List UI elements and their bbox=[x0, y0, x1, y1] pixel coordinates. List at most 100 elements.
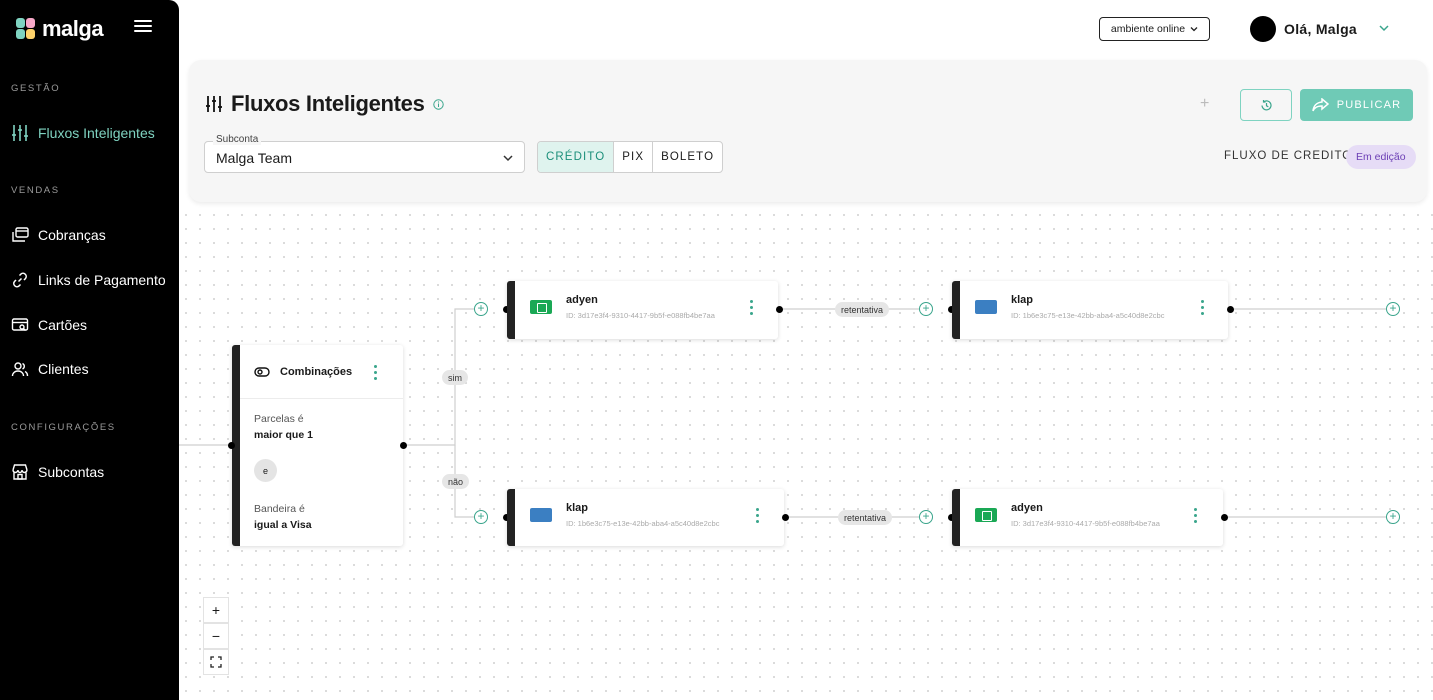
page-title: Fluxos Inteligentes bbox=[231, 91, 425, 116]
sidebar-item-label: Cobranças bbox=[38, 227, 106, 243]
add-node-button[interactable]: + bbox=[474, 510, 488, 524]
provider-node-klap[interactable]: klap ID: 1b6e3c75-e13e-42bb-aba4-a5c40d8… bbox=[507, 489, 784, 546]
retry-label: retentativa bbox=[835, 302, 890, 317]
logo-text: malga bbox=[42, 16, 104, 41]
environment-select[interactable]: ambiente online bbox=[1099, 17, 1210, 41]
sidebar: malga GESTÃO Fluxos Inteligentes VENDAS … bbox=[0, 0, 179, 700]
publish-button[interactable]: PUBLICAR bbox=[1300, 89, 1413, 121]
branch-no-label: não bbox=[442, 474, 470, 489]
adyen-logo-icon bbox=[975, 508, 997, 522]
link-icon bbox=[13, 272, 27, 288]
add-button[interactable]: + bbox=[1200, 95, 1209, 113]
sidebar-item-links[interactable]: Links de Pagamento bbox=[11, 271, 166, 289]
charges-icon bbox=[12, 227, 29, 242]
subconta-select[interactable]: Subconta Malga Team bbox=[204, 134, 525, 173]
provider-id: ID: 1b6e3c75-e13e-42bb-aba4-a5c40d8e2cbc bbox=[1011, 311, 1165, 320]
provider-id: ID: 3d17e3f4-9310-4417-9b5f-e088fb4be7aa bbox=[1011, 519, 1160, 528]
environment-value: ambiente online bbox=[1110, 23, 1186, 35]
section-vendas: VENDAS bbox=[11, 185, 60, 196]
provider-node-adyen[interactable]: adyen ID: 3d17e3f4-9310-4417-9b5f-e088fb… bbox=[952, 489, 1223, 546]
sidebar-item-label: Subcontas bbox=[38, 464, 105, 480]
tab-credito[interactable]: CRÉDITO bbox=[538, 142, 615, 172]
provider-id: ID: 1b6e3c75-e13e-42bb-aba4-a5c40d8e2cbc bbox=[566, 519, 720, 528]
sliders-icon bbox=[12, 125, 28, 141]
add-node-button[interactable]: + bbox=[919, 302, 933, 316]
avatar[interactable] bbox=[1250, 16, 1276, 42]
node-handle[interactable] bbox=[1221, 514, 1228, 521]
klap-logo-icon bbox=[975, 300, 997, 314]
sliders-icon bbox=[206, 96, 222, 112]
node-menu-icon[interactable] bbox=[1194, 508, 1198, 526]
user-greeting: Olá, Malga bbox=[1284, 21, 1358, 37]
subconta-value: Malga Team bbox=[216, 150, 293, 166]
sidebar-item-label: Clientes bbox=[38, 361, 89, 377]
condition-label: Bandeira é bbox=[254, 503, 305, 515]
provider-node-klap[interactable]: klap ID: 1b6e3c75-e13e-42bb-aba4-a5c40d8… bbox=[952, 281, 1228, 339]
node-menu-icon[interactable] bbox=[1201, 300, 1205, 318]
and-chip: e bbox=[254, 459, 277, 482]
combination-node[interactable]: Combinações Parcelas é maior que 1 e Ban… bbox=[232, 345, 403, 546]
section-gestao: GESTÃO bbox=[11, 83, 61, 94]
page-title-row: Fluxos Inteligentes bbox=[205, 91, 444, 117]
add-node-button[interactable]: + bbox=[1386, 302, 1400, 316]
flow-header: Fluxos Inteligentes Subconta Malga Team … bbox=[189, 60, 1427, 202]
node-handle[interactable] bbox=[782, 514, 789, 521]
sidebar-item-subcontas[interactable]: Subcontas bbox=[11, 463, 104, 481]
node-handle[interactable] bbox=[1227, 306, 1234, 313]
malga-logo-icon bbox=[16, 18, 36, 40]
provider-name: klap bbox=[566, 502, 589, 514]
sidebar-item-label: Links de Pagamento bbox=[38, 272, 166, 288]
tab-pix[interactable]: PIX bbox=[614, 142, 654, 172]
fullscreen-icon bbox=[210, 656, 222, 668]
condition-value: igual a Visa bbox=[254, 519, 312, 531]
add-node-button[interactable]: + bbox=[474, 302, 488, 316]
node-handle[interactable] bbox=[228, 442, 235, 449]
history-icon bbox=[1260, 99, 1272, 110]
node-handle[interactable] bbox=[400, 442, 407, 449]
zoom-in-button[interactable]: + bbox=[203, 597, 229, 623]
info-icon[interactable] bbox=[432, 98, 444, 110]
logo[interactable]: malga bbox=[16, 16, 104, 42]
condition-value: maior que 1 bbox=[254, 429, 313, 441]
card-search-icon bbox=[11, 318, 29, 331]
combination-menu-icon[interactable] bbox=[374, 365, 378, 383]
payment-method-tabs: CRÉDITO PIX BOLETO bbox=[537, 141, 724, 173]
add-node-button[interactable]: + bbox=[1386, 510, 1400, 524]
branch-yes-label: sim bbox=[442, 370, 468, 385]
klap-logo-icon bbox=[530, 508, 552, 522]
combination-title: Combinações bbox=[280, 366, 353, 378]
retry-label: retentativa bbox=[838, 510, 893, 525]
divider bbox=[240, 398, 403, 399]
node-handle[interactable] bbox=[776, 306, 783, 313]
provider-name: adyen bbox=[1011, 502, 1043, 514]
add-node-button[interactable]: + bbox=[919, 510, 933, 524]
tab-boleto[interactable]: BOLETO bbox=[653, 142, 722, 172]
node-menu-icon[interactable] bbox=[750, 300, 754, 318]
provider-name: klap bbox=[1011, 294, 1034, 306]
flow-type-label: FLUXO DE CREDITO bbox=[1224, 150, 1353, 162]
history-button[interactable] bbox=[1240, 89, 1292, 121]
node-menu-icon[interactable] bbox=[756, 508, 760, 526]
provider-name: adyen bbox=[566, 294, 598, 306]
chevron-down-icon bbox=[1190, 27, 1198, 32]
sidebar-item-clientes[interactable]: Clientes bbox=[11, 360, 89, 378]
menu-toggle-icon[interactable] bbox=[134, 20, 152, 34]
subconta-label: Subconta bbox=[213, 134, 262, 145]
share-arrow-icon bbox=[1311, 98, 1329, 112]
sidebar-item-cobrancas[interactable]: Cobranças bbox=[11, 226, 106, 244]
section-configuracoes: CONFIGURAÇÕES bbox=[11, 422, 116, 433]
user-menu-chevron-icon[interactable] bbox=[1378, 22, 1390, 34]
fit-view-button[interactable] bbox=[203, 649, 229, 675]
sidebar-item-label: Cartões bbox=[38, 317, 88, 333]
sidebar-item-cartoes[interactable]: Cartões bbox=[11, 316, 87, 334]
chevron-down-icon bbox=[503, 155, 513, 162]
provider-id: ID: 3d17e3f4-9310-4417-9b5f-e088fb4be7aa bbox=[566, 311, 715, 320]
users-icon bbox=[11, 362, 29, 377]
provider-node-adyen[interactable]: adyen ID: 3d17e3f4-9310-4417-9b5f-e088fb… bbox=[507, 281, 778, 339]
publish-label: PUBLICAR bbox=[1336, 99, 1402, 111]
status-badge: Em edição bbox=[1346, 145, 1416, 169]
sidebar-item-label: Fluxos Inteligentes bbox=[38, 125, 155, 141]
sidebar-item-fluxos[interactable]: Fluxos Inteligentes bbox=[11, 124, 155, 142]
zoom-out-button[interactable]: − bbox=[203, 623, 229, 649]
adyen-logo-icon bbox=[530, 300, 552, 314]
